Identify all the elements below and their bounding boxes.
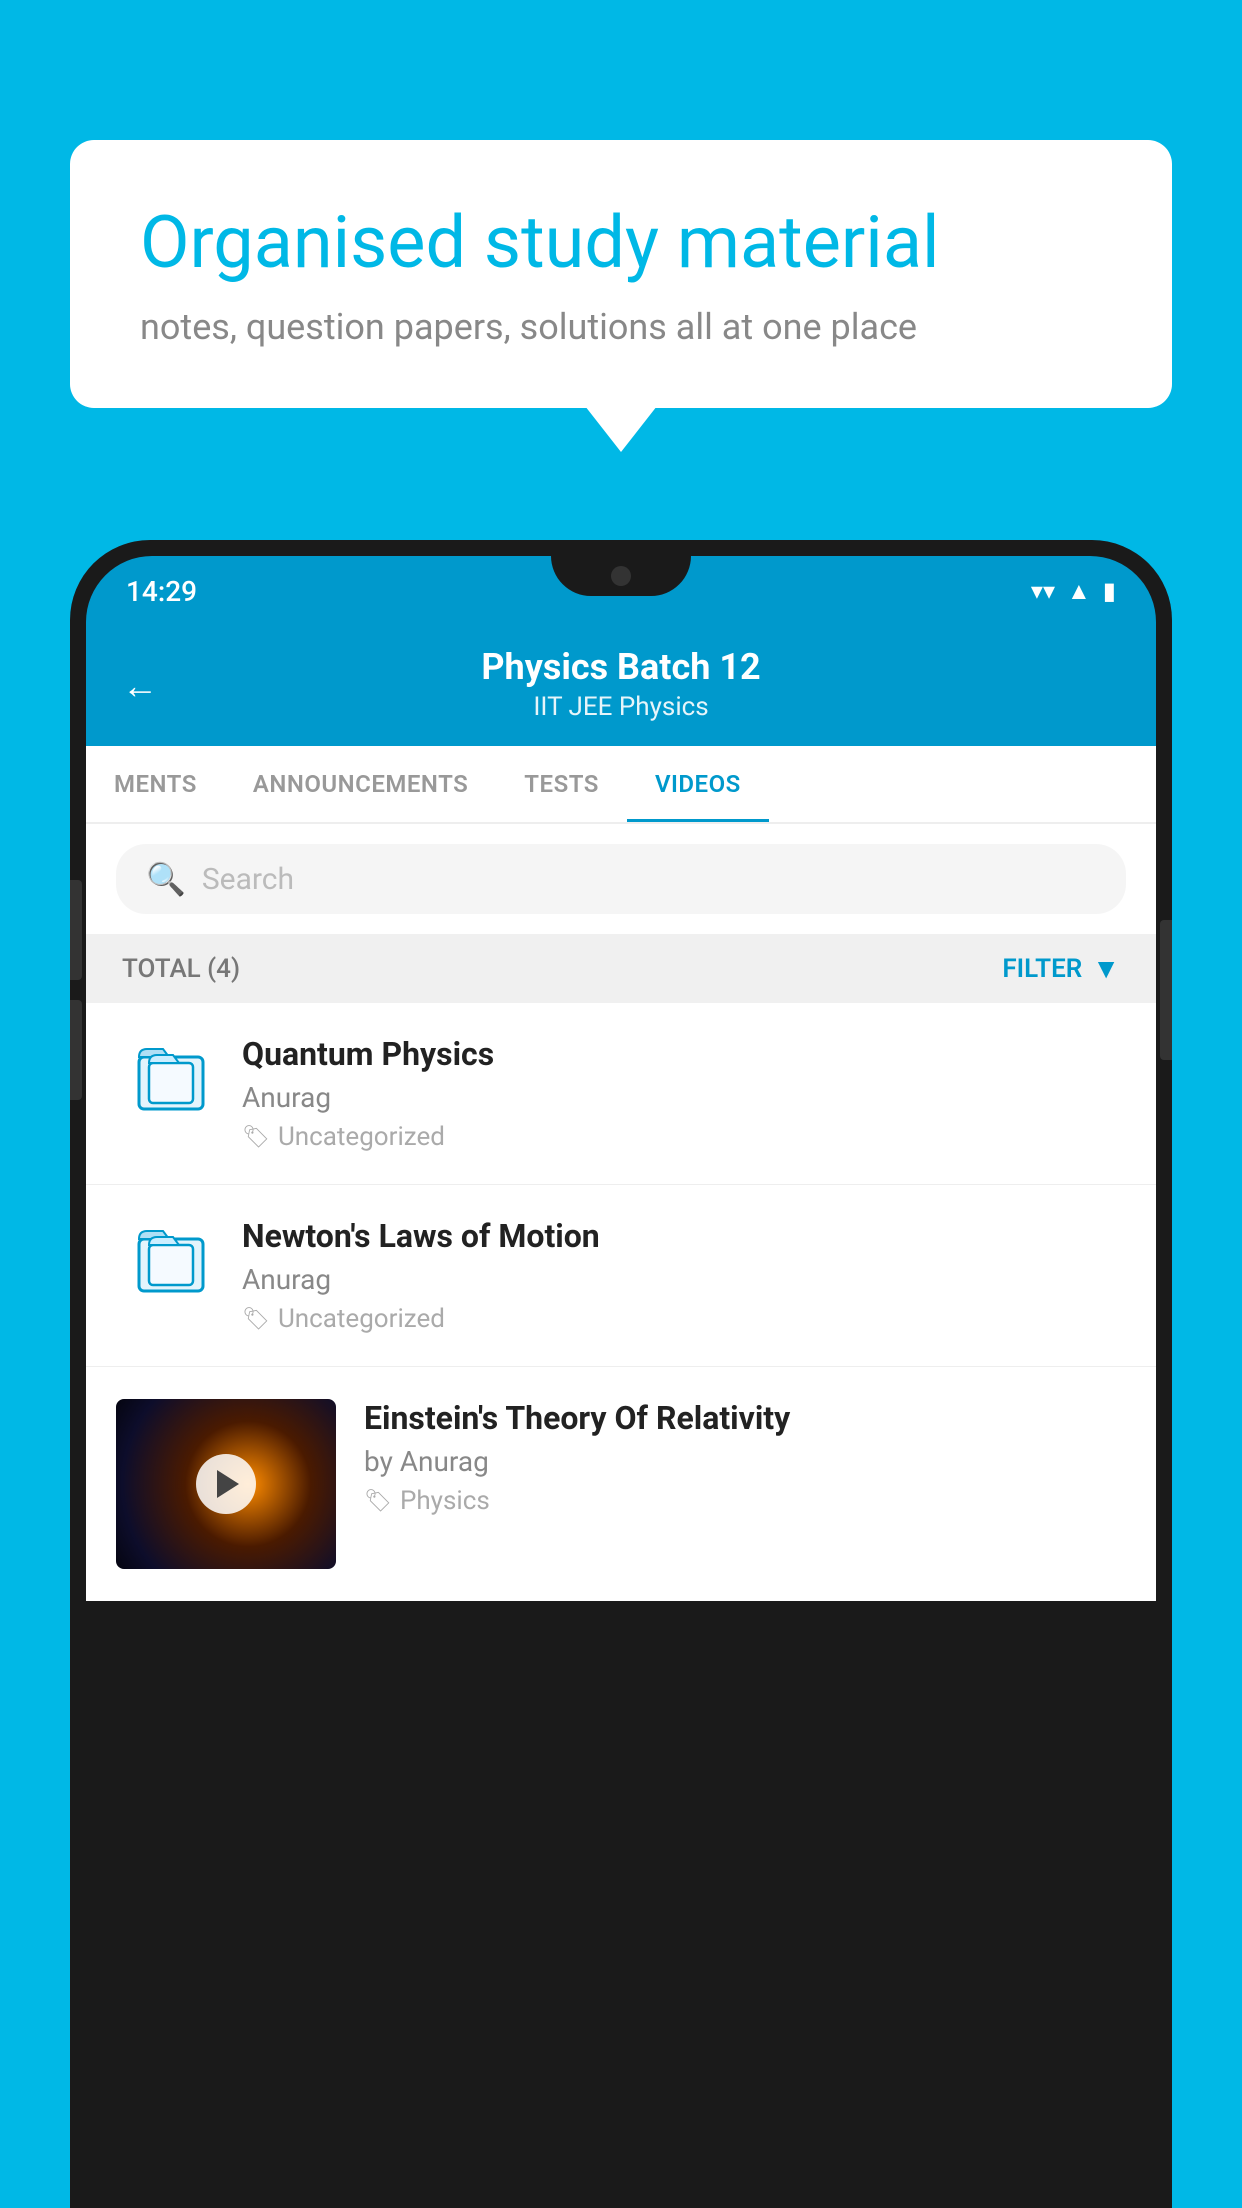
tab-ments[interactable]: MENTS [86, 746, 225, 822]
tab-bar: MENTS ANNOUNCEMENTS TESTS VIDEOS [86, 746, 1156, 824]
video-item-newton[interactable]: Newton's Laws of Motion Anurag 🏷 Uncateg… [86, 1185, 1156, 1367]
tag-label-newton: Uncategorized [278, 1304, 445, 1334]
volume-up-button [70, 880, 82, 980]
video-item-einstein[interactable]: Einstein's Theory Of Relativity by Anura… [86, 1367, 1156, 1601]
search-bar[interactable]: 🔍 Search [116, 844, 1126, 914]
video-title-einstein: Einstein's Theory Of Relativity [364, 1399, 1126, 1437]
header-subtitle: IIT JEE Physics [126, 692, 1116, 722]
video-list: Quantum Physics Anurag 🏷 Uncategorized [86, 1003, 1156, 1601]
search-placeholder: Search [202, 862, 294, 897]
app-header: ← Physics Batch 12 IIT JEE Physics [86, 626, 1156, 746]
filter-icon: ▼ [1092, 952, 1120, 985]
wifi-icon: ▾▾ [1031, 577, 1055, 605]
tag-icon: 🏷 [242, 1125, 270, 1150]
tag-icon-2: 🏷 [242, 1307, 270, 1332]
folder-icon-2 [135, 1221, 207, 1301]
status-icons: ▾▾ ▲ ▮ [1031, 577, 1116, 606]
play-button-einstein[interactable] [196, 1454, 256, 1514]
video-author-einstein: by Anurag [364, 1445, 1126, 1478]
filter-button[interactable]: FILTER ▼ [1002, 952, 1120, 985]
folder-icon [135, 1039, 207, 1119]
status-bar: 14:29 ▾▾ ▲ ▮ [86, 556, 1156, 626]
search-container: 🔍 Search [86, 824, 1156, 934]
video-tag-einstein: 🏷 Physics [364, 1486, 1126, 1516]
video-info-quantum: Quantum Physics Anurag 🏷 Uncategorized [226, 1035, 1126, 1152]
video-info-newton: Newton's Laws of Motion Anurag 🏷 Uncateg… [226, 1217, 1126, 1334]
bubble-title: Organised study material [140, 200, 1102, 286]
tab-videos[interactable]: VIDEOS [627, 746, 769, 822]
battery-icon: ▮ [1103, 577, 1116, 605]
filter-label: FILTER [1002, 954, 1082, 984]
bubble-subtitle: notes, question papers, solutions all at… [140, 306, 1102, 348]
phone-frame: 14:29 ▾▾ ▲ ▮ ← Physics Batch 12 IIT JEE … [70, 540, 1172, 2208]
status-time: 14:29 [126, 575, 197, 608]
tab-tests[interactable]: TESTS [496, 746, 627, 822]
filter-bar: TOTAL (4) FILTER ▼ [86, 934, 1156, 1003]
video-title-newton: Newton's Laws of Motion [242, 1217, 1126, 1255]
tag-label-quantum: Uncategorized [278, 1122, 445, 1152]
phone-screen: 14:29 ▾▾ ▲ ▮ ← Physics Batch 12 IIT JEE … [86, 556, 1156, 2208]
header-title: Physics Batch 12 [126, 646, 1116, 688]
video-thumbnail-einstein [116, 1399, 336, 1569]
video-title-quantum: Quantum Physics [242, 1035, 1126, 1073]
signal-icon: ▲ [1067, 577, 1091, 606]
camera [611, 566, 631, 586]
total-count: TOTAL (4) [122, 954, 240, 984]
notch [551, 556, 691, 596]
back-button[interactable]: ← [122, 665, 158, 707]
tag-icon-3: 🏷 [364, 1489, 392, 1514]
search-icon: 🔍 [146, 860, 186, 898]
tab-announcements[interactable]: ANNOUNCEMENTS [225, 746, 496, 822]
video-tag-quantum: 🏷 Uncategorized [242, 1122, 1126, 1152]
tag-label-einstein: Physics [400, 1486, 490, 1516]
video-item-quantum[interactable]: Quantum Physics Anurag 🏷 Uncategorized [86, 1003, 1156, 1185]
folder-icon-container [116, 1035, 226, 1119]
video-tag-newton: 🏷 Uncategorized [242, 1304, 1126, 1334]
video-author-quantum: Anurag [242, 1081, 1126, 1114]
speech-bubble-section: Organised study material notes, question… [70, 140, 1172, 408]
folder-icon-container-2 [116, 1217, 226, 1301]
volume-down-button [70, 1000, 82, 1100]
power-button [1160, 920, 1172, 1060]
video-author-newton: Anurag [242, 1263, 1126, 1296]
video-info-einstein: Einstein's Theory Of Relativity by Anura… [336, 1399, 1126, 1516]
play-icon [217, 1470, 239, 1498]
speech-bubble-card: Organised study material notes, question… [70, 140, 1172, 408]
